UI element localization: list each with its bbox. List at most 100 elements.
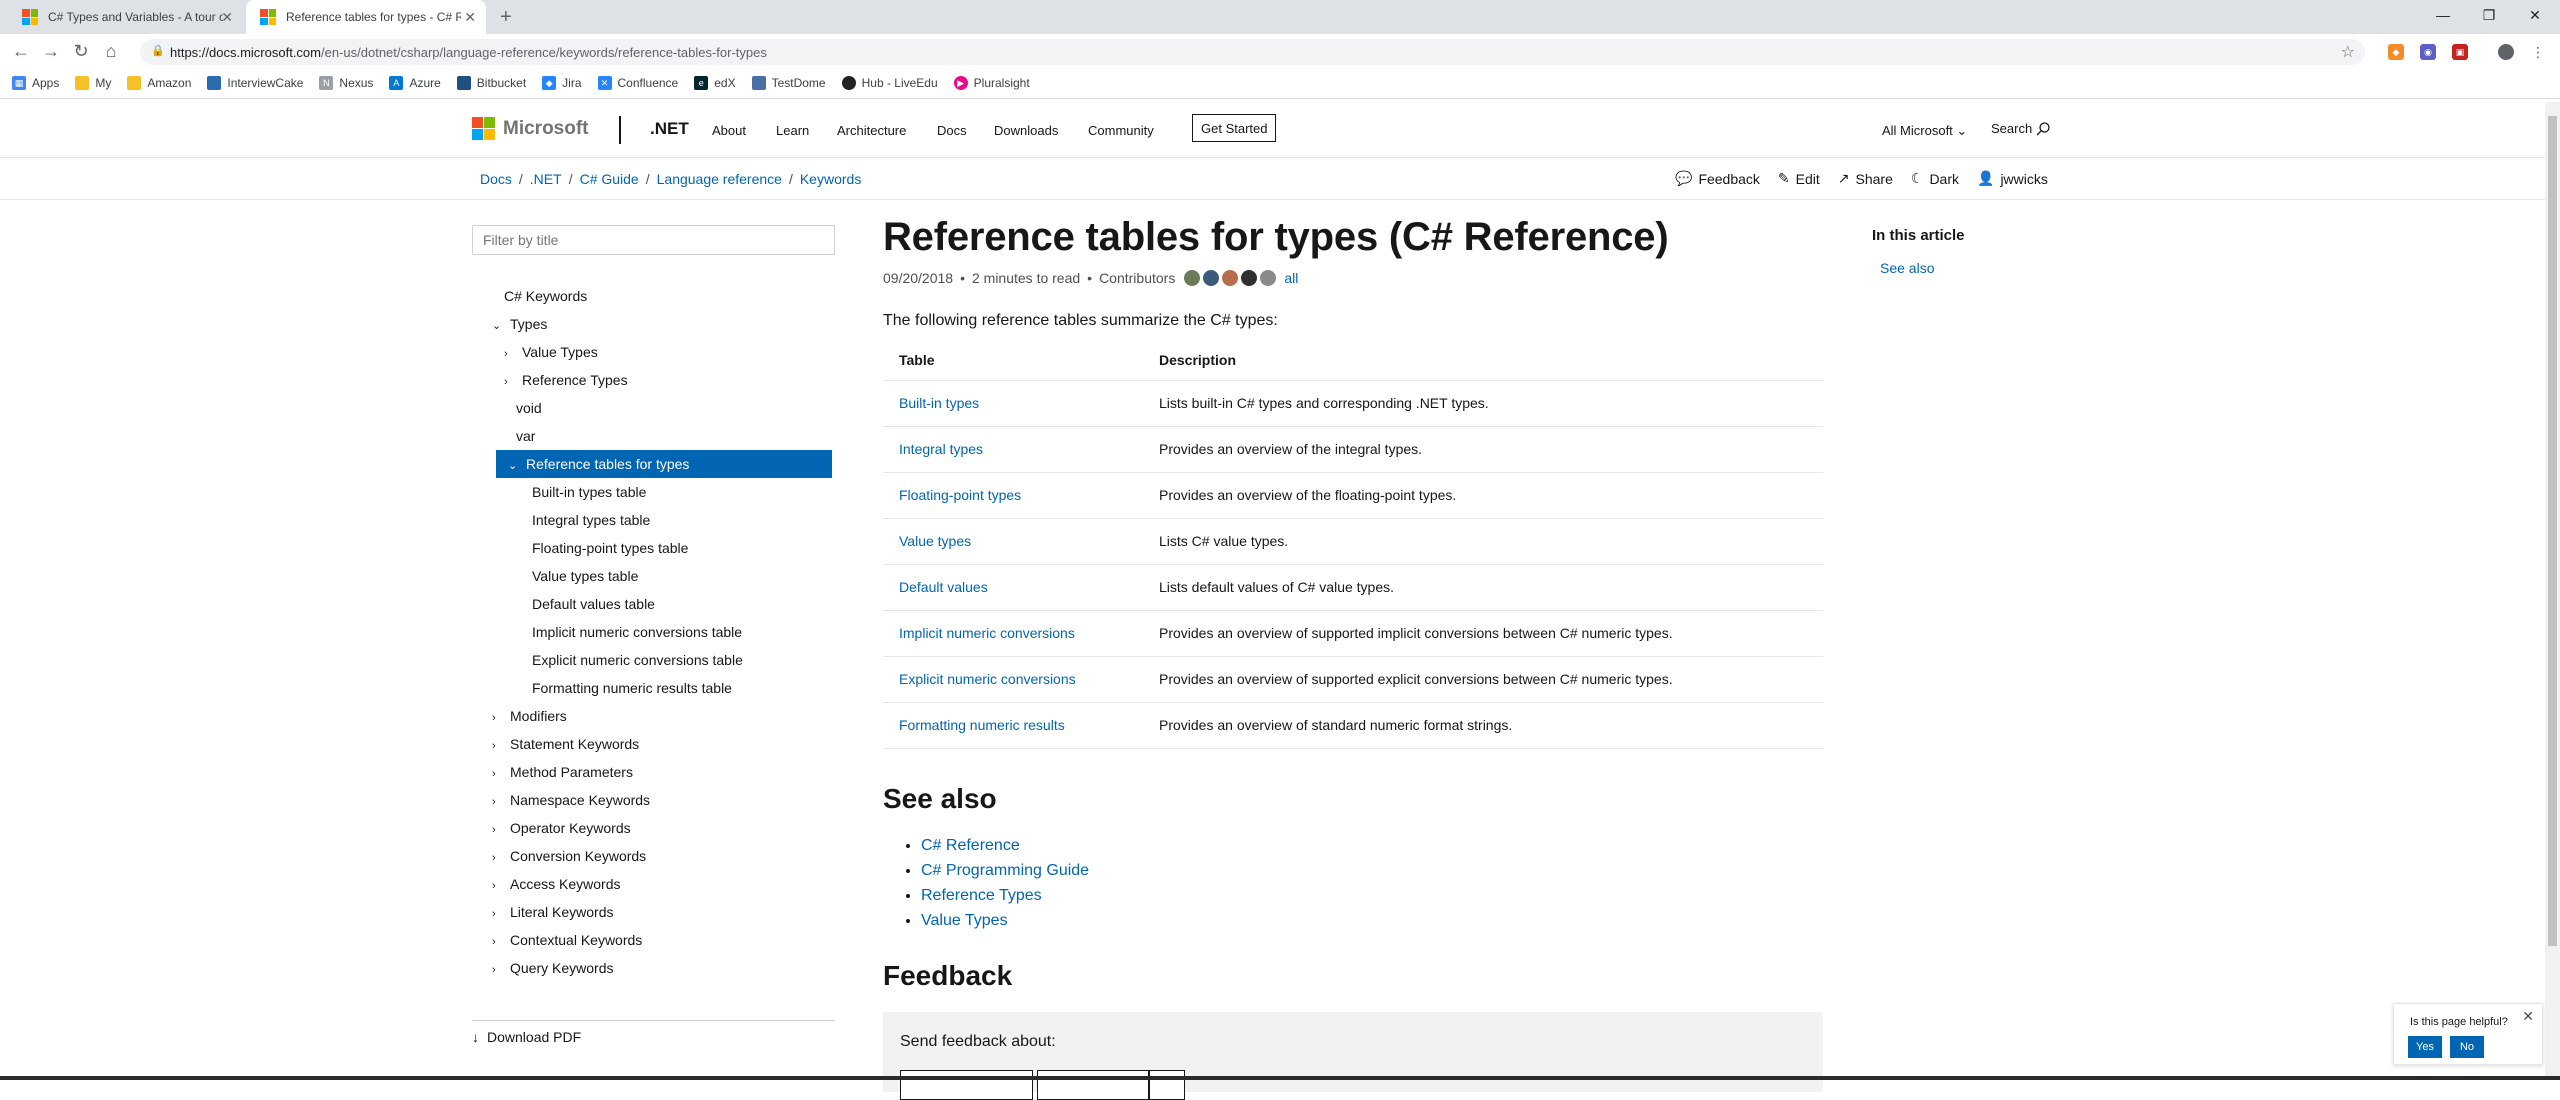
bookmark-my[interactable]: My xyxy=(75,76,111,90)
see-also-link[interactable]: C# Reference xyxy=(921,837,1020,854)
browser-tab-2[interactable]: Reference tables for types - C# Referenc… xyxy=(246,0,486,34)
feedback-option-button[interactable] xyxy=(1149,1070,1185,1100)
toc-filter-input[interactable]: Filter by title xyxy=(472,225,835,255)
toc-item[interactable]: › Statement Keywords xyxy=(492,730,639,758)
chevron-right-icon[interactable]: › xyxy=(492,760,504,788)
see-also-link[interactable]: C# Programming Guide xyxy=(921,862,1089,879)
extension-icon[interactable]: ◉ xyxy=(2420,44,2436,60)
toc-item[interactable]: › Operator Keywords xyxy=(492,814,631,842)
bookmark-liveedu[interactable]: Hub - LiveEdu xyxy=(841,76,938,90)
table-link[interactable]: Built-in types xyxy=(899,395,979,411)
tab-close-icon[interactable]: ✕ xyxy=(464,9,476,26)
bookmark-apps[interactable]: ▦ Apps xyxy=(12,76,59,90)
menu-kebab-icon[interactable]: ⋮ xyxy=(2530,44,2546,60)
chevron-right-icon[interactable]: › xyxy=(492,704,504,732)
toc-item[interactable]: › Reference Types xyxy=(504,366,628,394)
toc-item[interactable]: Default values table xyxy=(532,590,655,618)
profile-avatar-icon[interactable] xyxy=(2498,44,2514,60)
toc-item[interactable]: › Literal Keywords xyxy=(492,898,614,926)
chevron-right-icon[interactable]: › xyxy=(492,732,504,760)
contributor-avatar[interactable] xyxy=(1203,270,1220,286)
chevron-right-icon[interactable]: › xyxy=(504,340,516,368)
restore-icon[interactable]: ❐ xyxy=(2466,0,2512,30)
toc-item[interactable]: › Method Parameters xyxy=(492,758,633,786)
helpful-yes-button[interactable]: Yes xyxy=(2408,1036,2442,1058)
table-link[interactable]: Value types xyxy=(899,533,971,549)
home-icon[interactable]: ⌂ xyxy=(96,41,126,62)
back-icon[interactable]: ← xyxy=(6,41,36,62)
all-microsoft-menu[interactable]: All Microsoft ⌄ xyxy=(1882,123,1967,139)
bookmark-testdome[interactable]: TestDome xyxy=(751,76,826,90)
table-link[interactable]: Floating-point types xyxy=(899,487,1021,503)
toc-item[interactable]: › Value Types xyxy=(504,338,598,366)
nav-architecture[interactable]: Architecture xyxy=(837,123,906,138)
contributor-avatar[interactable] xyxy=(1260,270,1277,286)
close-icon[interactable]: ✕ xyxy=(2522,1008,2534,1025)
feedback-option-button[interactable] xyxy=(1037,1070,1149,1100)
table-link[interactable]: Implicit numeric conversions xyxy=(899,625,1075,641)
toc-item[interactable]: Built-in types table xyxy=(532,478,646,506)
toc-item[interactable]: Floating-point types table xyxy=(532,534,688,562)
bookmark-interviewcake[interactable]: InterviewCake xyxy=(207,76,303,90)
see-also-link[interactable]: Reference Types xyxy=(921,887,1042,904)
chevron-right-icon[interactable]: › xyxy=(492,900,504,928)
nav-about[interactable]: About xyxy=(712,123,746,138)
table-link[interactable]: Explicit numeric conversions xyxy=(899,671,1076,687)
forward-icon[interactable]: → xyxy=(36,41,66,62)
theme-toggle[interactable]: ☾ Dark xyxy=(1911,170,1959,187)
bookmark-amazon[interactable]: Amazon xyxy=(127,76,191,90)
extension-icon[interactable]: ▣ xyxy=(2452,44,2468,60)
edit-button[interactable]: ✎ Edit xyxy=(1778,170,1820,187)
toc-item[interactable]: Formatting numeric results table xyxy=(532,674,732,702)
reload-icon[interactable]: ↻ xyxy=(66,41,96,62)
search-button[interactable]: Search xyxy=(1991,121,2050,136)
bookmark-star-icon[interactable]: ☆ xyxy=(2341,42,2355,62)
breadcrumb-docs[interactable]: Docs xyxy=(480,171,512,187)
nav-learn[interactable]: Learn xyxy=(776,123,809,138)
page-scrollbar[interactable] xyxy=(2545,102,2560,1080)
extension-icon[interactable]: ◆ xyxy=(2388,44,2404,60)
toc-item[interactable]: › Query Keywords xyxy=(492,954,613,982)
bookmark-bitbucket[interactable]: Bitbucket xyxy=(456,76,526,90)
contributor-avatar[interactable] xyxy=(1184,270,1201,286)
contributors-all-link[interactable]: all xyxy=(1284,270,1298,286)
user-profile[interactable]: 👤 jwwicks xyxy=(1977,170,2048,187)
chevron-right-icon[interactable]: › xyxy=(492,956,504,984)
helpful-no-button[interactable]: No xyxy=(2450,1036,2484,1058)
see-also-link[interactable]: Value Types xyxy=(921,912,1008,929)
toc-item[interactable]: › Modifiers xyxy=(492,702,567,730)
bookmark-edx[interactable]: e edX xyxy=(694,76,736,90)
toc-item[interactable]: › Conversion Keywords xyxy=(492,842,646,870)
table-link[interactable]: Integral types xyxy=(899,441,983,457)
chevron-right-icon[interactable]: › xyxy=(492,844,504,872)
bookmark-pluralsight[interactable]: ▶ Pluralsight xyxy=(953,76,1030,90)
bookmark-azure[interactable]: A Azure xyxy=(389,76,441,90)
toc-item[interactable]: › Namespace Keywords xyxy=(492,786,650,814)
nav-docs[interactable]: Docs xyxy=(937,123,967,138)
breadcrumb-dotnet[interactable]: .NET xyxy=(530,171,562,187)
toc-item[interactable]: Integral types table xyxy=(532,506,650,534)
bookmark-confluence[interactable]: ✕ Confluence xyxy=(597,76,678,90)
toc-item[interactable]: void xyxy=(516,394,542,422)
tab-close-icon[interactable]: ✕ xyxy=(221,9,233,26)
breadcrumb-keywords[interactable]: Keywords xyxy=(800,171,861,187)
breadcrumb-csharp-guide[interactable]: C# Guide xyxy=(580,171,639,187)
contributor-avatar[interactable] xyxy=(1241,270,1258,286)
chevron-right-icon[interactable]: › xyxy=(492,788,504,816)
toc-item[interactable]: ⌄ Reference tables for types xyxy=(496,450,832,478)
product-title[interactable]: .NET xyxy=(650,119,689,139)
toc-item[interactable]: › Access Keywords xyxy=(492,870,620,898)
toc-item[interactable]: Implicit numeric conversions table xyxy=(532,618,742,646)
chevron-right-icon[interactable]: › xyxy=(492,816,504,844)
browser-tab-1[interactable]: C# Types and Variables - A tour of C# ✕ xyxy=(8,0,243,34)
feedback-button[interactable]: 💬 Feedback xyxy=(1675,170,1760,187)
breadcrumb-language-reference[interactable]: Language reference xyxy=(657,171,782,187)
minimize-icon[interactable]: — xyxy=(2420,0,2466,30)
toc-item[interactable]: var xyxy=(516,422,535,450)
chevron-right-icon[interactable]: › xyxy=(504,368,516,396)
new-tab-button[interactable]: + xyxy=(500,6,512,29)
in-this-article-see-also[interactable]: See also xyxy=(1880,260,1934,276)
toc-item[interactable]: › Contextual Keywords xyxy=(492,926,642,954)
bookmark-nexus[interactable]: N Nexus xyxy=(319,76,373,90)
nav-downloads[interactable]: Downloads xyxy=(994,123,1058,138)
